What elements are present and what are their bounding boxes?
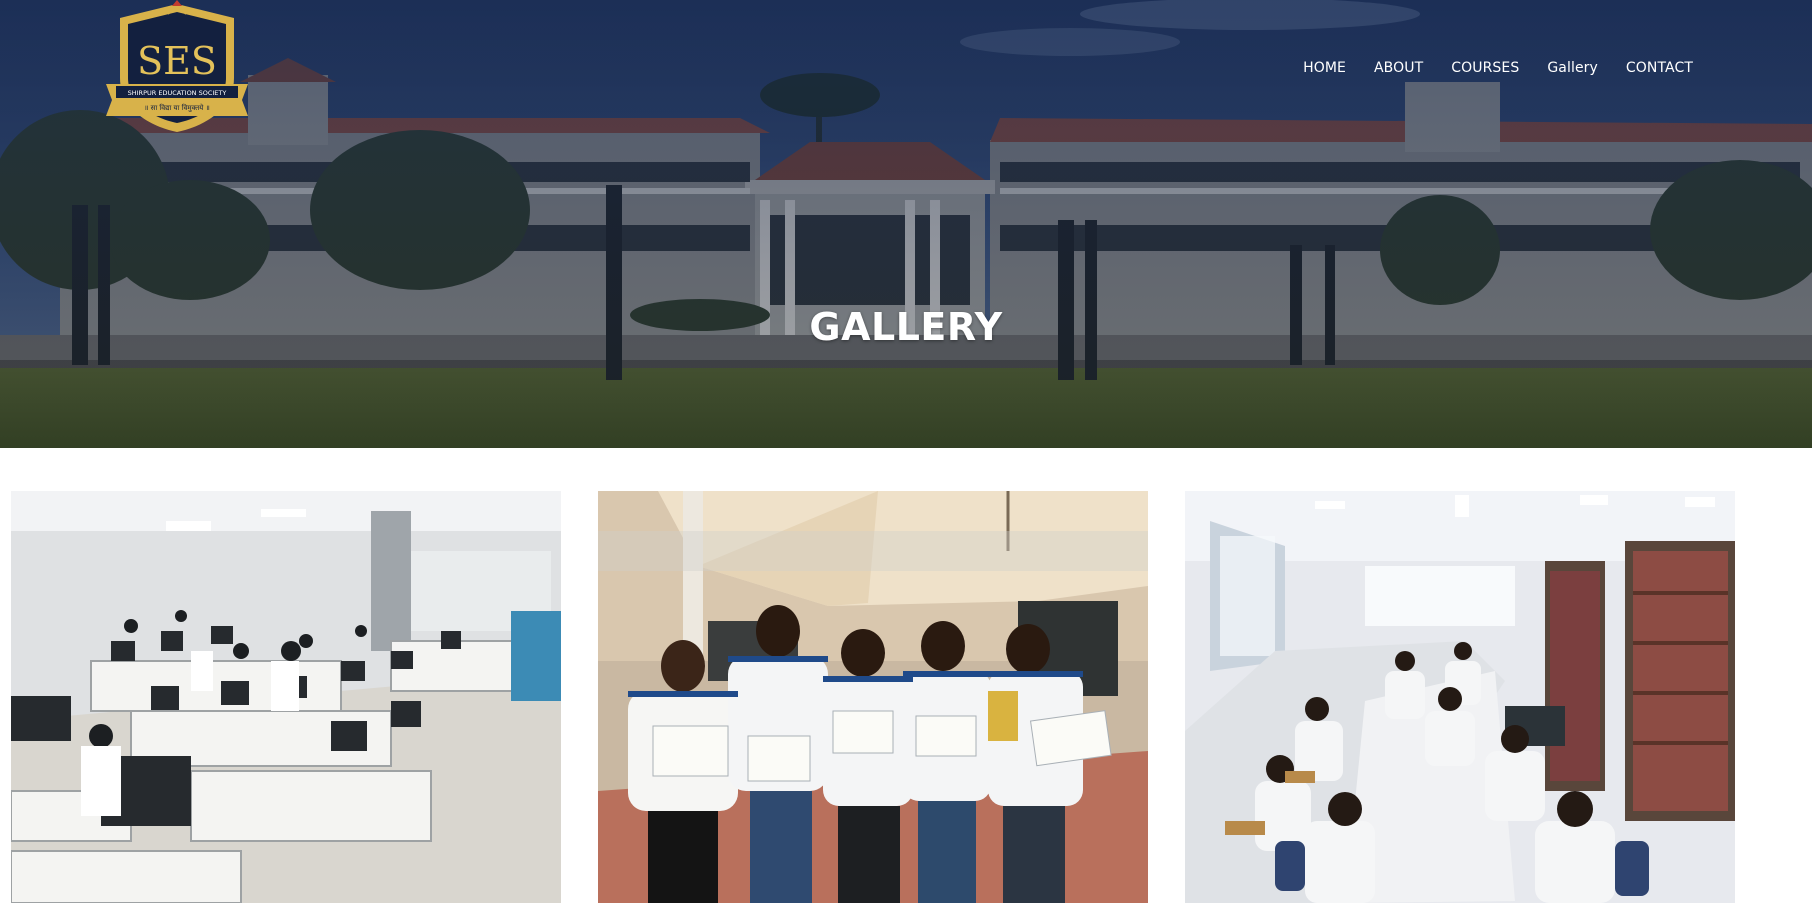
- library-reading-image: [1185, 491, 1735, 903]
- gallery-photo-computer-lab[interactable]: [11, 491, 561, 903]
- ses-logo[interactable]: SES SHIRPUR EDUCATION SOCIETY ॥ सा विद्य…: [102, 0, 252, 136]
- nav-gallery[interactable]: Gallery: [1533, 58, 1612, 78]
- nav-home[interactable]: HOME: [1289, 58, 1360, 78]
- logo-ribbon-text: SHIRPUR EDUCATION SOCIETY: [128, 89, 227, 97]
- ses-shield-emblem: SES SHIRPUR EDUCATION SOCIETY ॥ सा विद्य…: [106, 0, 248, 132]
- main-nav: HOME ABOUT COURSES Gallery CONTACT: [1289, 58, 1707, 78]
- hero-banner: SES SHIRPUR EDUCATION SOCIETY ॥ सा विद्य…: [0, 0, 1812, 448]
- certificate-winners-image: [598, 491, 1148, 903]
- logo-motto: ॥ सा विद्या या विमुक्तये ॥: [144, 103, 210, 112]
- logo-initials: SES: [137, 39, 217, 83]
- computer-lab-image: [11, 491, 561, 903]
- page-title: GALLERY: [809, 305, 1003, 350]
- nav-about[interactable]: ABOUT: [1360, 58, 1437, 78]
- nav-courses[interactable]: COURSES: [1437, 58, 1533, 78]
- gallery-photo-library-reading[interactable]: [1185, 491, 1735, 903]
- nav-contact[interactable]: CONTACT: [1612, 58, 1707, 78]
- gallery-grid: [11, 491, 1735, 903]
- gallery-photo-certificate-winners[interactable]: [598, 491, 1148, 903]
